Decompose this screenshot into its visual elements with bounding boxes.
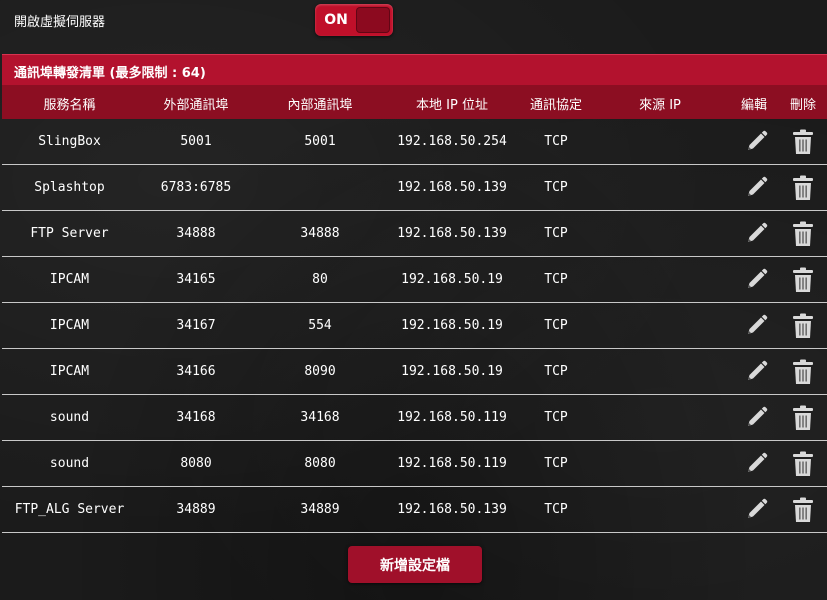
external-port-cell: 5001 (180, 134, 212, 149)
pencil-icon[interactable] (742, 128, 770, 156)
local-ip-cell: 192.168.50.139 (397, 180, 507, 195)
internal-port-cell: 554 (308, 318, 332, 333)
service-name-cell: sound (49, 410, 90, 425)
list-title: 通訊埠轉發清單 (最多限制 : 64) (14, 62, 206, 81)
table-row: IPCAM 34166 8090 192.168.50.19 TCP (2, 349, 827, 395)
column-header-row: 服務名稱 外部通訊埠 內部通訊埠 本地 IP 位址 通訊協定 來源 IP 編輯 … (2, 85, 827, 119)
col-local-ip: 本地 IP 位址 (416, 98, 488, 113)
protocol-cell: TCP (544, 134, 568, 149)
trash-icon[interactable] (789, 312, 817, 340)
internal-port-cell: 34888 (300, 226, 340, 241)
table-row: IPCAM 34167 554 192.168.50.19 TCP (2, 303, 827, 349)
pencil-icon[interactable] (742, 174, 770, 202)
local-ip-cell: 192.168.50.139 (397, 226, 507, 241)
trash-icon[interactable] (789, 128, 817, 156)
pencil-icon[interactable] (742, 312, 770, 340)
service-name-cell: FTP Server (30, 226, 109, 241)
local-ip-cell: 192.168.50.19 (401, 272, 503, 287)
service-name-cell: SlingBox (38, 134, 101, 149)
local-ip-cell: 192.168.50.19 (401, 364, 503, 379)
pencil-icon[interactable] (742, 404, 770, 432)
table-row: SlingBox 5001 5001 192.168.50.254 TCP (2, 119, 827, 165)
col-source-ip: 來源 IP (639, 98, 681, 113)
trash-icon[interactable] (789, 220, 817, 248)
table-row: IPCAM 34165 80 192.168.50.19 TCP (2, 257, 827, 303)
internal-port-cell: 8080 (304, 456, 336, 471)
virtual-server-label: 開啟虛擬伺服器 (14, 15, 106, 30)
table-row: FTP Server 34888 34888 192.168.50.139 TCP (2, 211, 827, 257)
trash-icon[interactable] (789, 266, 817, 294)
external-port-cell: 34889 (176, 502, 216, 517)
pencil-icon[interactable] (742, 266, 770, 294)
external-port-cell: 34168 (176, 410, 216, 425)
external-port-cell: 34888 (176, 226, 216, 241)
external-port-cell: 6783:6785 (160, 180, 232, 195)
pencil-icon[interactable] (742, 496, 770, 524)
toggle-state-text: ON (324, 12, 348, 28)
col-protocol: 通訊協定 (529, 98, 582, 113)
local-ip-cell: 192.168.50.139 (397, 502, 507, 517)
local-ip-cell: 192.168.50.119 (397, 410, 507, 425)
table-row: Splashtop 6783:6785 192.168.50.139 TCP (2, 165, 827, 211)
protocol-cell: TCP (544, 318, 568, 333)
protocol-cell: TCP (544, 456, 568, 471)
protocol-cell: TCP (544, 180, 568, 195)
trash-icon[interactable] (789, 496, 817, 524)
pencil-icon[interactable] (742, 220, 770, 248)
protocol-cell: TCP (544, 410, 568, 425)
service-name-cell: sound (49, 456, 90, 471)
trash-icon[interactable] (789, 450, 817, 478)
table-row: FTP_ALG Server 34889 34889 192.168.50.139 TC… (2, 487, 827, 533)
local-ip-cell: 192.168.50.254 (397, 134, 507, 149)
col-service-name: 服務名稱 (43, 98, 96, 113)
service-name-cell: IPCAM (49, 272, 90, 287)
internal-port-cell: 5001 (304, 134, 336, 149)
pencil-icon[interactable] (742, 450, 770, 478)
external-port-cell: 34167 (176, 318, 216, 333)
external-port-cell: 34166 (176, 364, 216, 379)
local-ip-cell: 192.168.50.19 (401, 318, 503, 333)
service-name-cell: IPCAM (49, 364, 90, 379)
service-name-cell: IPCAM (49, 318, 90, 333)
virtual-server-row: 開啟虛擬伺服器 ON (0, 0, 827, 44)
trash-icon[interactable] (789, 174, 817, 202)
trash-icon[interactable] (789, 404, 817, 432)
port-forwarding-table: SlingBox 5001 5001 192.168.50.254 TCP Splasht… (2, 119, 827, 533)
external-port-cell: 34165 (176, 272, 216, 287)
toggle-knob (356, 7, 390, 33)
protocol-cell: TCP (544, 272, 568, 287)
table-row: sound 34168 34168 192.168.50.119 TCP (2, 395, 827, 441)
protocol-cell: TCP (544, 364, 568, 379)
internal-port-cell: 8090 (304, 364, 336, 379)
local-ip-cell: 192.168.50.119 (397, 456, 507, 471)
col-delete: 刪除 (789, 98, 816, 113)
external-port-cell: 8080 (180, 456, 212, 471)
protocol-cell: TCP (544, 226, 568, 241)
col-edit: 編輯 (740, 98, 767, 113)
table-row: sound 8080 8080 192.168.50.119 TCP (2, 441, 827, 487)
pencil-icon[interactable] (742, 358, 770, 386)
service-name-cell: Splashtop (34, 180, 105, 195)
list-limit: 64) (181, 66, 206, 81)
protocol-cell: TCP (544, 502, 568, 517)
add-profile-button[interactable]: 新增設定檔 (348, 546, 482, 583)
internal-port-cell: 34889 (300, 502, 340, 517)
service-name-cell: FTP_ALG Server (14, 502, 125, 517)
virtual-server-toggle[interactable]: ON (315, 4, 393, 36)
trash-icon[interactable] (789, 358, 817, 386)
list-title-text: 通訊埠轉發清單 (最多限制 : (14, 66, 178, 81)
port-forwarding-list-header: 通訊埠轉發清單 (最多限制 : 64) (2, 54, 827, 85)
col-internal-port: 內部通訊埠 (287, 98, 353, 113)
internal-port-cell: 34168 (300, 410, 340, 425)
internal-port-cell: 80 (312, 272, 328, 287)
col-external-port: 外部通訊埠 (163, 98, 229, 113)
